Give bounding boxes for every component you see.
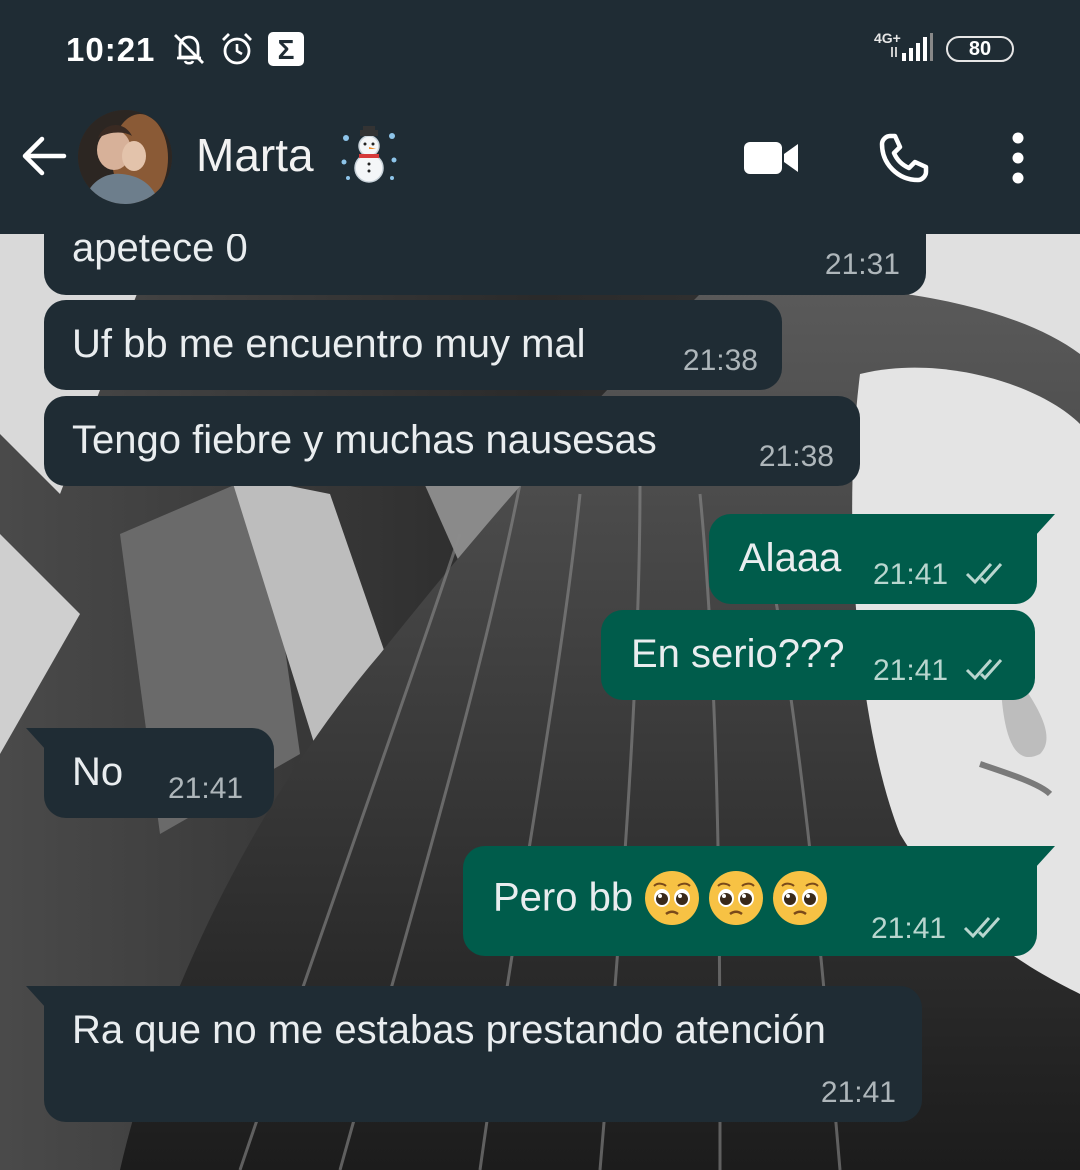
message-text: Ra que no me estabas prestando atención	[72, 1008, 826, 1052]
signal-icon	[891, 33, 933, 61]
bubble-tail	[1035, 514, 1055, 536]
sigma-icon: Σ	[268, 32, 304, 66]
contact-name[interactable]: Marta	[196, 128, 314, 182]
message-text: Tengo fiebre y muchas nausesas	[72, 418, 657, 462]
message-bubble-incoming[interactable]: Ra que no me estabas prestando atención …	[26, 986, 922, 1122]
alarm-icon	[222, 33, 252, 65]
bubble-tail	[1035, 846, 1055, 868]
message-content: Pero bb	[493, 868, 830, 928]
message-bubble-incoming[interactable]: No 21:41	[26, 728, 274, 818]
message-bubble-incoming[interactable]: Tengo fiebre y muchas nausesas 21:38	[44, 396, 860, 486]
avatar[interactable]	[78, 110, 172, 204]
message-time: 21:41	[168, 772, 244, 805]
message-time: 21:31	[824, 248, 900, 281]
video-call-icon[interactable]	[740, 134, 802, 182]
more-vert-icon[interactable]	[998, 130, 1038, 186]
pleading-face-icon	[708, 871, 763, 925]
snowman-icon	[341, 126, 397, 183]
back-arrow-icon[interactable]	[18, 130, 70, 182]
message-time: 21:38	[682, 344, 758, 377]
battery-icon: 80	[946, 36, 1014, 62]
double-check-icon	[965, 563, 1003, 585]
message-time: 21:41	[873, 654, 949, 687]
double-check-icon	[963, 917, 1001, 939]
status-bar: 10:21 Σ 4G+ 80	[0, 0, 1080, 100]
message-time: 21:38	[758, 440, 834, 473]
battery-level: 80	[968, 38, 992, 60]
bubble-tail	[26, 728, 46, 750]
bell-off-icon	[174, 34, 204, 65]
message-text: No	[72, 750, 124, 794]
status-time: 10:21	[66, 31, 156, 68]
message-bubble-outgoing[interactable]: Pero bb 21:41	[463, 846, 1055, 956]
message-time: 21:41	[820, 1076, 896, 1109]
chat-header: 10:21 Σ 4G+ 80 Marta	[0, 0, 1080, 234]
pleading-face-icon	[644, 871, 699, 925]
message-text: Pero bb	[493, 875, 634, 920]
message-time: 21:41	[871, 912, 947, 945]
message-bubble-outgoing[interactable]: En serio??? 21:41	[601, 610, 1035, 700]
pleading-face-icon	[772, 871, 827, 925]
avatar-photo	[78, 110, 172, 204]
message-time: 21:41	[873, 558, 949, 591]
bubble-tail	[26, 986, 46, 1008]
message-bubble-outgoing[interactable]: Alaaa 21:41	[709, 514, 1055, 604]
double-check-icon	[965, 659, 1003, 681]
message-bubble-incoming[interactable]: Uf bb me encuentro muy mal 21:38	[44, 300, 782, 390]
message-text: Uf bb me encuentro muy mal	[72, 322, 586, 366]
voice-call-icon[interactable]	[876, 130, 932, 186]
message-text: En serio???	[631, 632, 845, 676]
message-text: Alaaa	[739, 536, 842, 580]
